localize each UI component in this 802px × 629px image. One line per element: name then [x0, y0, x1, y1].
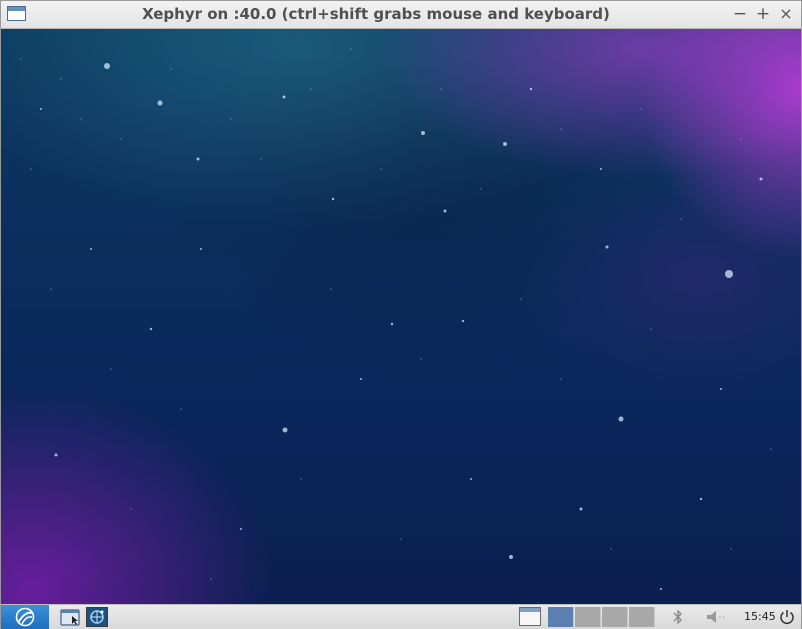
window-app-icon: [7, 6, 26, 21]
minimize-button[interactable]: −: [730, 4, 750, 24]
clock[interactable]: 15:45: [744, 610, 776, 623]
power-icon: [780, 610, 794, 625]
volume-muted-icon: [707, 611, 727, 623]
power-button[interactable]: [778, 608, 796, 629]
browser-launcher[interactable]: [86, 607, 108, 627]
title-bar[interactable]: Xephyr on :40.0 (ctrl+shift grabs mouse …: [1, 1, 801, 29]
lxqt-menu-icon: [15, 607, 35, 627]
bluetooth-icon: [673, 609, 682, 625]
workspace-4[interactable]: [629, 607, 655, 627]
close-button[interactable]: ×: [776, 4, 796, 24]
file-manager-launcher[interactable]: [60, 607, 81, 627]
lxqt-menu-button[interactable]: [1, 605, 49, 629]
workspace-3[interactable]: [602, 607, 628, 627]
taskbar: 15:45: [1, 604, 801, 629]
window-title: Xephyr on :40.0 (ctrl+shift grabs mouse …: [142, 5, 610, 23]
workspace-1[interactable]: [548, 607, 574, 627]
wallpaper-stars: [20, 48, 772, 590]
xephyr-window: Xephyr on :40.0 (ctrl+shift grabs mouse …: [0, 0, 802, 629]
volume-tray[interactable]: [705, 608, 729, 629]
bluetooth-tray[interactable]: [671, 608, 685, 629]
maximize-button[interactable]: +: [753, 4, 773, 24]
workspace-2[interactable]: [575, 607, 601, 627]
browser-icon: [86, 607, 108, 627]
show-desktop-button[interactable]: [519, 607, 541, 626]
desktop-area[interactable]: [1, 29, 801, 604]
file-manager-icon: [60, 609, 80, 626]
